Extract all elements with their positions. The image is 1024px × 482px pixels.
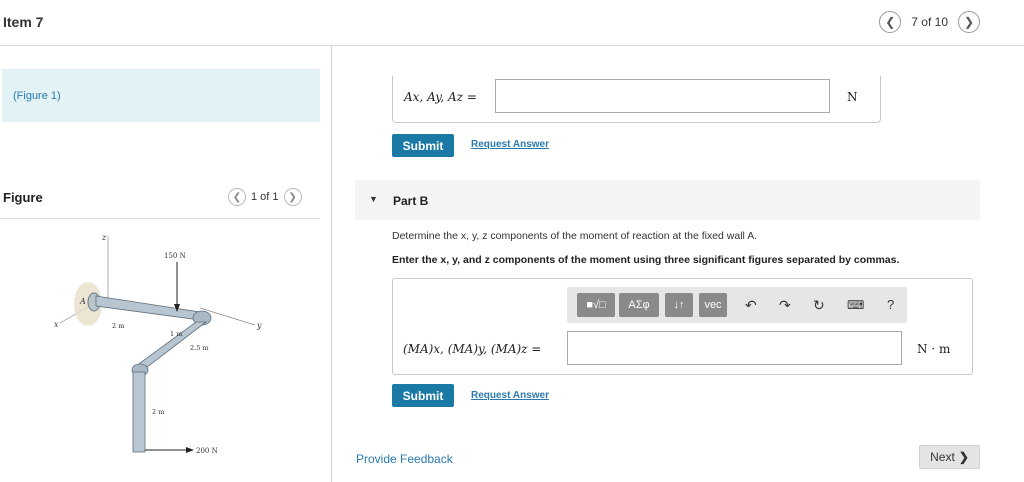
- part-b-prompt-2: Enter the x, y, and z components of the …: [392, 254, 900, 266]
- part-a-submit-button[interactable]: Submit: [392, 134, 454, 157]
- next-button-label: Next: [930, 450, 955, 464]
- figure-divider: [0, 218, 320, 219]
- item-title: Item 7: [3, 14, 44, 30]
- part-b-unit: N · m: [917, 342, 951, 356]
- chevron-left-icon: ❮: [232, 191, 242, 203]
- figure-link[interactable]: (Figure 1): [13, 90, 61, 102]
- figure-pager: ❮ 1 of 1 ❯: [228, 188, 302, 206]
- item-pager-text: 7 of 10: [911, 15, 948, 29]
- vec-button[interactable]: vec: [699, 293, 727, 317]
- part-b-request-answer-link[interactable]: Request Answer: [471, 390, 549, 401]
- part-b-title: Part B: [393, 194, 429, 208]
- figure-heading: Figure: [3, 190, 43, 205]
- force-200-label: 200 N: [196, 447, 218, 455]
- keyboard-icon[interactable]: ⌨: [847, 298, 864, 312]
- part-b-header[interactable]: ▼ Part B: [355, 180, 980, 220]
- part-b-prompt-1: Determine the x, y, z components of the …: [392, 230, 758, 242]
- help-button[interactable]: ?: [887, 297, 894, 312]
- undo-icon[interactable]: ↶: [745, 297, 757, 314]
- figure-link-box: (Figure 1): [2, 69, 320, 122]
- part-b-answer-label: (MA)x, (MA)y, (MA)z =: [403, 342, 542, 356]
- dim-1m-label: 1 m: [170, 330, 182, 338]
- pipe-segment-3: [132, 371, 146, 453]
- y-axis-label: y: [256, 321, 262, 330]
- part-a-request-answer-link[interactable]: Request Answer: [471, 139, 549, 150]
- item-pager: ❮ 7 of 10 ❯: [879, 11, 980, 33]
- dim-25m-label: 2.5 m: [190, 344, 209, 352]
- part-a-unit: N: [847, 90, 858, 104]
- redo-icon[interactable]: ↷: [779, 297, 791, 314]
- force-200-arrowhead: [186, 447, 194, 453]
- prev-item-button[interactable]: ❮: [879, 11, 902, 33]
- part-b-submit-button[interactable]: Submit: [392, 384, 454, 407]
- part-b-answer-input[interactable]: [567, 331, 902, 365]
- next-button[interactable]: Next ❯: [919, 445, 980, 469]
- caret-down-icon: ▼: [369, 194, 378, 204]
- force-150-label: 150 N: [164, 252, 186, 260]
- part-a-answer-label: Ax, Ay, Az =: [404, 90, 477, 104]
- greek-button[interactable]: ΑΣφ: [619, 293, 659, 317]
- next-figure-button[interactable]: ❯: [283, 188, 302, 206]
- top-bar: Item 7 ❮ 7 of 10 ❯: [0, 0, 1024, 46]
- part-a-answer-input[interactable]: [495, 79, 830, 113]
- math-toolbar: ■√□ ΑΣφ ↓↑ vec ↶ ↷ ↻ ⌨ ?: [567, 287, 907, 323]
- chevron-right-icon: ❯: [958, 450, 969, 464]
- chevron-right-icon: ❯: [963, 15, 975, 29]
- pipe-figure[interactable]: z x y A 150 N 200 N 2 m 1 m 2.5 m 2 m: [50, 228, 290, 468]
- figure-panel: (Figure 1) Figure ❮ 1 of 1 ❯ z x y A 150…: [0, 46, 332, 482]
- dim-2m-label-a: 2 m: [112, 322, 124, 330]
- prev-figure-button[interactable]: ❮: [228, 188, 246, 206]
- z-axis-label: z: [101, 233, 107, 242]
- x-axis-label: x: [54, 320, 59, 329]
- provide-feedback-link[interactable]: Provide Feedback: [356, 452, 453, 466]
- reset-icon[interactable]: ↻: [813, 297, 825, 314]
- next-item-button[interactable]: ❯: [958, 11, 980, 33]
- chevron-right-icon: ❯: [288, 191, 297, 203]
- figure-pager-text: 1 of 1: [251, 191, 279, 203]
- pipe-segment-1: [95, 295, 201, 321]
- point-a-label: A: [79, 297, 86, 306]
- templates-button[interactable]: ■√□: [577, 293, 615, 317]
- chevron-left-icon: ❮: [885, 15, 896, 29]
- templates-icon: ■√□: [586, 299, 606, 311]
- arrows-button[interactable]: ↓↑: [665, 293, 693, 317]
- dim-2m-label-b: 2 m: [152, 408, 164, 416]
